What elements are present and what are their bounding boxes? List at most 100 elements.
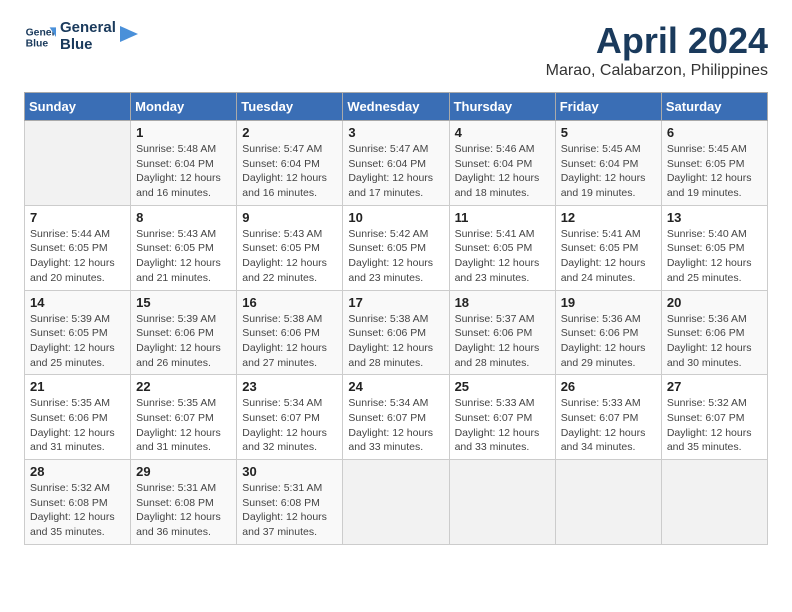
- calendar-cell: 5Sunrise: 5:45 AMSunset: 6:04 PMDaylight…: [555, 121, 661, 206]
- day-number: 23: [242, 379, 337, 394]
- day-number: 16: [242, 295, 337, 310]
- calendar-cell: 9Sunrise: 5:43 AMSunset: 6:05 PMDaylight…: [237, 205, 343, 290]
- day-info: Sunrise: 5:38 AMSunset: 6:06 PMDaylight:…: [348, 312, 443, 371]
- day-info: Sunrise: 5:43 AMSunset: 6:05 PMDaylight:…: [136, 227, 231, 286]
- day-number: 27: [667, 379, 762, 394]
- day-info: Sunrise: 5:47 AMSunset: 6:04 PMDaylight:…: [242, 142, 337, 201]
- page-title: April 2024: [546, 20, 768, 62]
- calendar-cell: 3Sunrise: 5:47 AMSunset: 6:04 PMDaylight…: [343, 121, 449, 206]
- day-number: 25: [455, 379, 550, 394]
- day-number: 29: [136, 464, 231, 479]
- calendar-cell: 19Sunrise: 5:36 AMSunset: 6:06 PMDayligh…: [555, 290, 661, 375]
- day-number: 10: [348, 210, 443, 225]
- day-number: 26: [561, 379, 656, 394]
- calendar-cell: 27 Sunrise: 5:32 AMSunset: 6:07 PMDayligh…: [661, 375, 767, 460]
- day-number: 1: [136, 125, 231, 140]
- day-info: Sunrise: 5:34 AMSunset: 6:07 PMDaylight:…: [242, 396, 337, 455]
- calendar-cell: 28 Sunrise: 5:32 AMSunset: 6:08 PMDayligh…: [25, 460, 131, 545]
- day-info: Sunrise: 5:33 AMSunset: 6:07 PMDaylight:…: [455, 396, 550, 455]
- day-number: 14: [30, 295, 125, 310]
- week-row-4: 28 Sunrise: 5:32 AMSunset: 6:08 PMDayligh…: [25, 460, 768, 545]
- day-info: Sunrise: 5:32 AMSunset: 6:08 PMDaylight:…: [30, 481, 125, 540]
- day-info: Sunrise: 5:38 AMSunset: 6:06 PMDaylight:…: [242, 312, 337, 371]
- day-header-wednesday: Wednesday: [343, 93, 449, 121]
- day-info: Sunrise: 5:31 AMSunset: 6:08 PMDaylight:…: [242, 481, 337, 540]
- calendar-body: 1 Sunrise: 5:48 AMSunset: 6:04 PMDaylight…: [25, 121, 768, 545]
- logo: General Blue General Blue: [24, 20, 138, 53]
- day-info: Sunrise: 5:36 AMSunset: 6:06 PMDaylight:…: [667, 312, 762, 371]
- logo-icon: General Blue: [24, 21, 56, 53]
- header: General Blue General Blue April 2024 Mar…: [24, 20, 768, 80]
- calendar-cell: 24 Sunrise: 5:34 AMSunset: 6:07 PMDayligh…: [343, 375, 449, 460]
- calendar-cell: 1 Sunrise: 5:48 AMSunset: 6:04 PMDaylight…: [131, 121, 237, 206]
- calendar-cell: 22 Sunrise: 5:35 AMSunset: 6:07 PMDayligh…: [131, 375, 237, 460]
- day-info: Sunrise: 5:37 AMSunset: 6:06 PMDaylight:…: [455, 312, 550, 371]
- calendar-cell: 26Sunrise: 5:33 AMSunset: 6:07 PMDayligh…: [555, 375, 661, 460]
- day-info: Sunrise: 5:42 AMSunset: 6:05 PMDaylight:…: [348, 227, 443, 286]
- svg-text:Blue: Blue: [26, 38, 49, 49]
- day-info: Sunrise: 5:45 AMSunset: 6:04 PMDaylight:…: [561, 142, 656, 201]
- day-header-friday: Friday: [555, 93, 661, 121]
- day-number: 24: [348, 379, 443, 394]
- title-area: April 2024 Marao, Calabarzon, Philippine…: [546, 20, 768, 80]
- calendar-cell: 10 Sunrise: 5:42 AMSunset: 6:05 PMDayligh…: [343, 205, 449, 290]
- day-number: 17: [348, 295, 443, 310]
- day-number: 13: [667, 210, 762, 225]
- day-info: Sunrise: 5:35 AMSunset: 6:07 PMDaylight:…: [136, 396, 231, 455]
- logo-flag-icon: [120, 26, 138, 48]
- day-number: 19: [561, 295, 656, 310]
- day-header-saturday: Saturday: [661, 93, 767, 121]
- calendar-cell: 12 Sunrise: 5:41 AMSunset: 6:05 PMDayligh…: [555, 205, 661, 290]
- calendar-cell: 18 Sunrise: 5:37 AMSunset: 6:06 PMDayligh…: [449, 290, 555, 375]
- day-number: 8: [136, 210, 231, 225]
- calendar-cell: [661, 460, 767, 545]
- day-number: 11: [455, 210, 550, 225]
- calendar-cell: 25 Sunrise: 5:33 AMSunset: 6:07 PMDayligh…: [449, 375, 555, 460]
- day-info: Sunrise: 5:39 AMSunset: 6:05 PMDaylight:…: [30, 312, 125, 371]
- week-row-1: 7Sunrise: 5:44 AMSunset: 6:05 PMDaylight…: [25, 205, 768, 290]
- day-info: Sunrise: 5:40 AMSunset: 6:05 PMDaylight:…: [667, 227, 762, 286]
- day-info: Sunrise: 5:39 AMSunset: 6:06 PMDaylight:…: [136, 312, 231, 371]
- day-info: Sunrise: 5:44 AMSunset: 6:05 PMDaylight:…: [30, 227, 125, 286]
- day-number: 30: [242, 464, 337, 479]
- day-info: Sunrise: 5:45 AMSunset: 6:05 PMDaylight:…: [667, 142, 762, 201]
- calendar-cell: 13 Sunrise: 5:40 AMSunset: 6:05 PMDayligh…: [661, 205, 767, 290]
- day-info: Sunrise: 5:48 AMSunset: 6:04 PMDaylight:…: [136, 142, 231, 201]
- day-info: Sunrise: 5:41 AMSunset: 6:05 PMDaylight:…: [561, 227, 656, 286]
- day-number: 21: [30, 379, 125, 394]
- day-number: 6: [667, 125, 762, 140]
- day-number: 20: [667, 295, 762, 310]
- calendar-cell: 15 Sunrise: 5:39 AMSunset: 6:06 PMDayligh…: [131, 290, 237, 375]
- day-number: 18: [455, 295, 550, 310]
- calendar-cell: 20 Sunrise: 5:36 AMSunset: 6:06 PMDayligh…: [661, 290, 767, 375]
- calendar-table: SundayMondayTuesdayWednesdayThursdayFrid…: [24, 92, 768, 545]
- logo-text: General Blue: [60, 20, 116, 53]
- day-info: Sunrise: 5:46 AMSunset: 6:04 PMDaylight:…: [455, 142, 550, 201]
- calendar-cell: 4Sunrise: 5:46 AMSunset: 6:04 PMDaylight…: [449, 121, 555, 206]
- day-info: Sunrise: 5:34 AMSunset: 6:07 PMDaylight:…: [348, 396, 443, 455]
- day-info: Sunrise: 5:32 AMSunset: 6:07 PMDaylight:…: [667, 396, 762, 455]
- calendar-cell: 29 Sunrise: 5:31 AMSunset: 6:08 PMDayligh…: [131, 460, 237, 545]
- calendar-cell: 16 Sunrise: 5:38 AMSunset: 6:06 PMDayligh…: [237, 290, 343, 375]
- calendar-cell: 23 Sunrise: 5:34 AMSunset: 6:07 PMDayligh…: [237, 375, 343, 460]
- calendar-cell: 14 Sunrise: 5:39 AMSunset: 6:05 PMDayligh…: [25, 290, 131, 375]
- week-row-2: 14 Sunrise: 5:39 AMSunset: 6:05 PMDayligh…: [25, 290, 768, 375]
- day-number: 3: [348, 125, 443, 140]
- day-header-monday: Monday: [131, 93, 237, 121]
- day-number: 2: [242, 125, 337, 140]
- calendar-cell: 2 Sunrise: 5:47 AMSunset: 6:04 PMDaylight…: [237, 121, 343, 206]
- week-row-3: 21 Sunrise: 5:35 AMSunset: 6:06 PMDayligh…: [25, 375, 768, 460]
- day-number: 12: [561, 210, 656, 225]
- day-number: 28: [30, 464, 125, 479]
- day-number: 15: [136, 295, 231, 310]
- day-info: Sunrise: 5:35 AMSunset: 6:06 PMDaylight:…: [30, 396, 125, 455]
- day-number: 22: [136, 379, 231, 394]
- calendar-cell: 30 Sunrise: 5:31 AMSunset: 6:08 PMDayligh…: [237, 460, 343, 545]
- calendar-cell: 11Sunrise: 5:41 AMSunset: 6:05 PMDayligh…: [449, 205, 555, 290]
- day-header-tuesday: Tuesday: [237, 93, 343, 121]
- calendar-cell: 7Sunrise: 5:44 AMSunset: 6:05 PMDaylight…: [25, 205, 131, 290]
- day-number: 9: [242, 210, 337, 225]
- calendar-header: SundayMondayTuesdayWednesdayThursdayFrid…: [25, 93, 768, 121]
- day-info: Sunrise: 5:31 AMSunset: 6:08 PMDaylight:…: [136, 481, 231, 540]
- calendar-cell: 6 Sunrise: 5:45 AMSunset: 6:05 PMDaylight…: [661, 121, 767, 206]
